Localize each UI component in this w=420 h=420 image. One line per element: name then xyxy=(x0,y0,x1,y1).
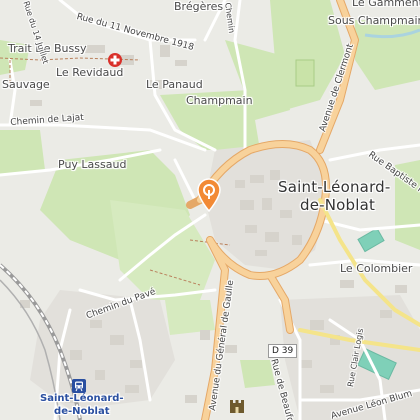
location-pin-icon[interactable] xyxy=(196,178,222,216)
place-label-le-gamment: Le Gamment xyxy=(352,0,420,9)
place-label-puy-lassaud: Puy Lassaud xyxy=(58,158,127,171)
place-label-le-colombier: Le Colombier xyxy=(340,262,413,275)
place-label-sauvage: Sauvage xyxy=(2,78,50,91)
road-shield-d39: D 39 xyxy=(268,344,298,358)
town-label-line2: de-Noblat xyxy=(300,196,376,214)
hospital-cross-icon[interactable] xyxy=(108,52,122,71)
map-view[interactable]: Brégères Trait De Bussy Le Revidaud Sauv… xyxy=(0,0,420,420)
train-station-icon[interactable] xyxy=(72,378,86,397)
castle-icon[interactable] xyxy=(229,398,245,417)
place-label-bregeres: Brégères xyxy=(174,0,224,13)
station-label-line2: de-Noblat xyxy=(54,406,110,417)
place-label-le-panaud: Le Panaud xyxy=(146,78,203,91)
town-label-line1: Saint-Léonard- xyxy=(278,178,391,196)
place-label-champmain: Champmain xyxy=(186,94,253,107)
place-label-sous-champmain: Sous Champmain xyxy=(328,14,420,27)
